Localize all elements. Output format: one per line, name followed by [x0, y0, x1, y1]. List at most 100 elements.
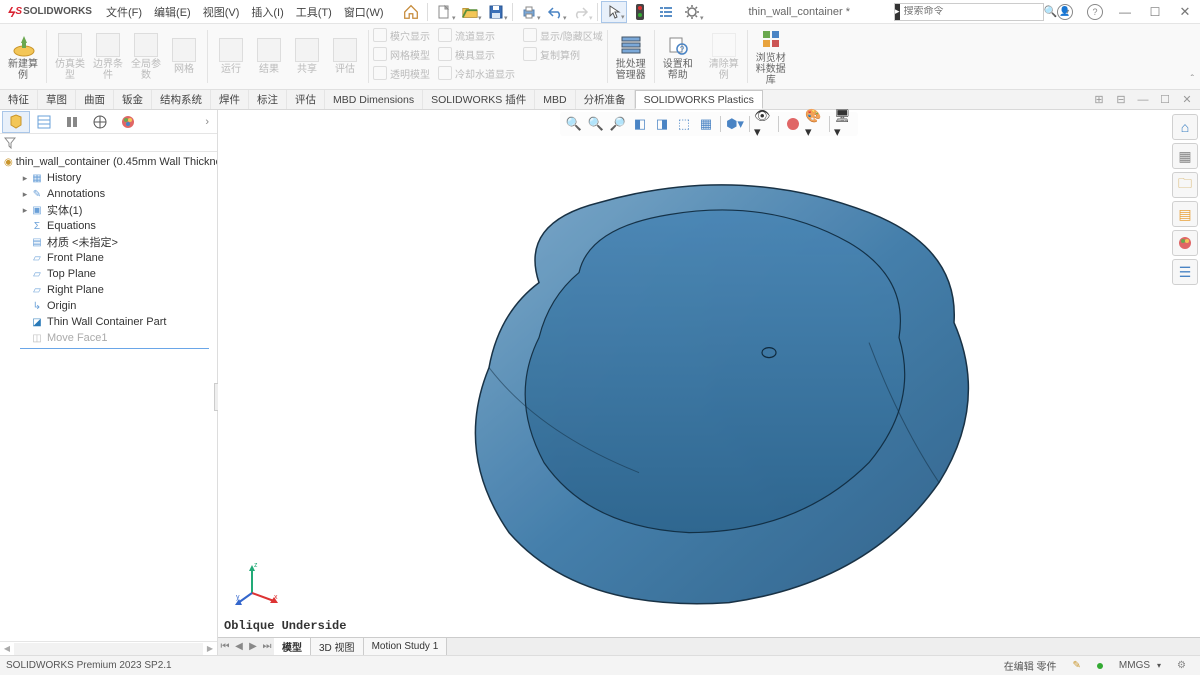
tab-mbd[interactable]: MBD — [535, 90, 575, 109]
render-icon[interactable]: 🎨▾ — [805, 114, 825, 134]
doc-tile1-icon[interactable]: ⊞ — [1090, 92, 1108, 108]
tab-analysis-prep[interactable]: 分析准备 — [576, 90, 635, 109]
status-warn-icon[interactable] — [1089, 663, 1111, 669]
viewtab-model[interactable]: 模型 — [274, 638, 311, 655]
menu-tools[interactable]: 工具(T) — [290, 4, 338, 20]
taskpane-properties-icon[interactable]: ☰ — [1172, 259, 1198, 285]
open-icon[interactable] — [457, 1, 483, 23]
zoom-prev-icon[interactable]: 🔎 — [608, 114, 628, 134]
tab-features[interactable]: 特征 — [0, 90, 38, 109]
tree-equations[interactable]: ΣEquations — [2, 218, 217, 234]
viewtab-3dview[interactable]: 3D 视图 — [311, 638, 364, 655]
tree-container-part[interactable]: ◪Thin Wall Container Part — [2, 314, 217, 330]
tree-right[interactable]: ▱Right Plane — [2, 282, 217, 298]
appearance-tab-icon[interactable] — [114, 111, 142, 133]
section-icon[interactable]: ◧ — [630, 114, 650, 134]
dyn-section-icon[interactable]: ◨ — [652, 114, 672, 134]
help-icon[interactable]: ? — [1080, 1, 1110, 23]
tab-weldments[interactable]: 焊件 — [211, 90, 249, 109]
taskpane-library-icon[interactable]: 🗀 — [1172, 172, 1198, 198]
taskpane-resources-icon[interactable]: ▦ — [1172, 143, 1198, 169]
view-orient-icon[interactable]: ⬚ — [674, 114, 694, 134]
search-box[interactable]: ▸ 🔍 ▾ — [894, 3, 1044, 21]
tree-history[interactable]: ▸▦History — [2, 170, 217, 186]
menu-edit[interactable]: 编辑(E) — [148, 4, 197, 20]
doc-max-icon[interactable]: ☐ — [1156, 92, 1174, 108]
close-icon[interactable]: ✕ — [1170, 1, 1200, 23]
menu-file[interactable]: 文件(F) — [100, 4, 148, 20]
tree-root[interactable]: ◉ thin_wall_container (0.45mm Wall Thick… — [2, 154, 217, 170]
user-icon[interactable]: 👤 — [1050, 1, 1080, 23]
appearance-icon[interactable] — [783, 114, 803, 134]
status-units[interactable]: MMGS▾ — [1111, 660, 1169, 671]
dimxpert-tab-icon[interactable] — [86, 111, 114, 133]
status-custom-icon[interactable]: ⚙ — [1169, 660, 1194, 671]
tab-surfaces[interactable]: 曲面 — [76, 90, 114, 109]
taskpane-appearance-icon[interactable] — [1172, 230, 1198, 256]
doc-tile2-icon[interactable]: ⊟ — [1112, 92, 1130, 108]
redo-icon[interactable] — [568, 1, 594, 23]
home-icon[interactable] — [398, 1, 424, 23]
feature-tree[interactable]: ◉ thin_wall_container (0.45mm Wall Thick… — [0, 152, 217, 641]
tab-annotate[interactable]: 标注 — [249, 90, 287, 109]
taskpane-view-icon[interactable]: ▤ — [1172, 201, 1198, 227]
tab-addins[interactable]: SOLIDWORKS 插件 — [423, 90, 535, 109]
taskpane-home-icon[interactable]: ⌂ — [1172, 114, 1198, 140]
feature-tree-tab-icon[interactable] — [2, 111, 30, 133]
ribbon-collapse-icon[interactable]: ˆ — [1191, 74, 1194, 85]
search-input[interactable] — [900, 6, 1040, 17]
status-rebuild-icon[interactable]: ✎ — [1065, 660, 1089, 671]
tree-annotations[interactable]: ▸✎Annotations — [2, 186, 217, 202]
viewtab-motion[interactable]: Motion Study 1 — [364, 638, 448, 655]
tree-origin[interactable]: ↳Origin — [2, 298, 217, 314]
tab-plastics[interactable]: SOLIDWORKS Plastics — [635, 90, 763, 109]
tab-evaluate[interactable]: 评估 — [287, 90, 325, 109]
ribbon-batch[interactable]: 批处理管理器 — [608, 24, 654, 89]
hide-show-icon[interactable]: ⬢▾ — [725, 114, 745, 134]
graphics-viewport[interactable]: 🔍 🔍 🔎 ◧ ◨ ⬚ ▦ ⬢▾ 👁▾ 🎨▾ 🖥▾ — [218, 110, 1200, 655]
options-icon[interactable] — [679, 1, 705, 23]
ribbon-new-study[interactable]: 新建算例 — [0, 24, 46, 89]
print-icon[interactable] — [516, 1, 542, 23]
viewtab-prev-icon[interactable]: ◀ — [232, 641, 246, 652]
tree-front[interactable]: ▱Front Plane — [2, 250, 217, 266]
menu-window[interactable]: 窗口(W) — [338, 4, 390, 20]
list-icon[interactable] — [653, 1, 679, 23]
maximize-icon[interactable]: ☐ — [1140, 1, 1170, 23]
property-tab-icon[interactable] — [30, 111, 58, 133]
viewtab-next-icon[interactable]: ▶ — [246, 641, 260, 652]
rollback-bar[interactable] — [20, 348, 209, 349]
menu-view[interactable]: 视图(V) — [197, 4, 246, 20]
select-icon[interactable] — [601, 1, 627, 23]
tab-sheetmetal[interactable]: 钣金 — [114, 90, 152, 109]
ribbon-settings[interactable]: ? 设置和帮助 — [655, 24, 701, 89]
minimize-icon[interactable]: — — [1110, 1, 1140, 23]
viewport-settings-icon[interactable]: 🖥▾ — [834, 114, 854, 134]
menu-insert[interactable]: 插入(I) — [245, 4, 289, 20]
tree-moveface[interactable]: ◫Move Face1 — [2, 330, 217, 346]
tree-filter[interactable] — [0, 134, 217, 152]
tab-structure[interactable]: 结构系统 — [152, 90, 211, 109]
traffic-light-icon[interactable] — [627, 1, 653, 23]
tree-top[interactable]: ▱Top Plane — [2, 266, 217, 282]
config-tab-icon[interactable] — [58, 111, 86, 133]
ribbon-material-db[interactable]: 浏览材料数据库 — [748, 24, 794, 89]
tab-mbd-dim[interactable]: MBD Dimensions — [325, 90, 423, 109]
viewtab-last-icon[interactable]: ⏭ — [260, 641, 274, 652]
model-3d[interactable] — [399, 152, 1019, 632]
tab-sketch[interactable]: 草图 — [38, 90, 76, 109]
tree-material[interactable]: ▤材质 <未指定> — [2, 234, 217, 250]
tree-solid[interactable]: ▸▣实体(1) — [2, 202, 217, 218]
display-style-icon[interactable]: ▦ — [696, 114, 716, 134]
panel-collapse-icon[interactable]: › — [199, 116, 215, 128]
panel-hscroll[interactable]: ◀▶ — [0, 641, 217, 655]
scene-icon[interactable]: 👁▾ — [754, 114, 774, 134]
zoom-area-icon[interactable]: 🔍 — [586, 114, 606, 134]
viewtab-first-icon[interactable]: ⏮ — [218, 641, 232, 652]
orientation-triad[interactable]: z x y — [234, 559, 282, 607]
doc-close-icon[interactable]: ✕ — [1178, 92, 1196, 108]
doc-min-icon[interactable]: — — [1134, 92, 1152, 108]
save-icon[interactable] — [483, 1, 509, 23]
zoom-fit-icon[interactable]: 🔍 — [564, 114, 584, 134]
new-doc-icon[interactable] — [431, 1, 457, 23]
